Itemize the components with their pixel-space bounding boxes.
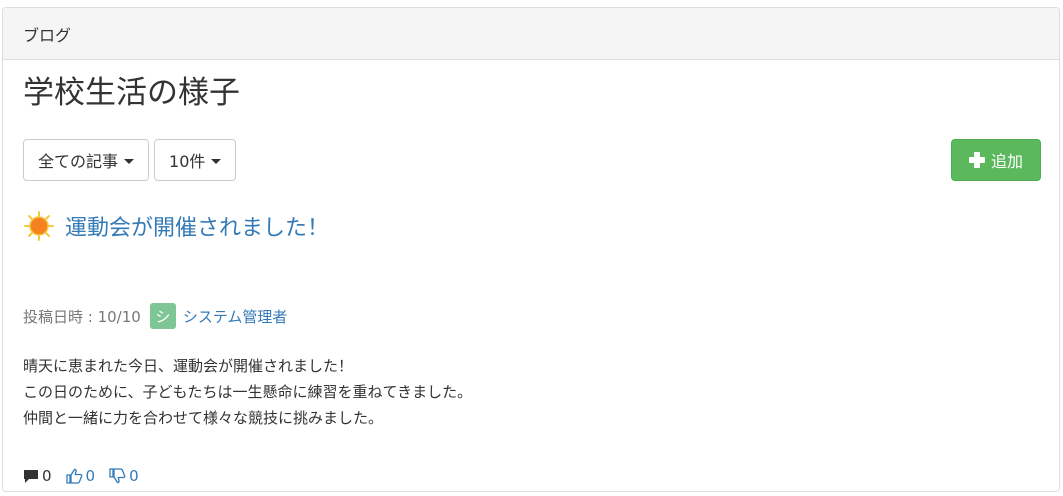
comment-icon	[23, 469, 39, 484]
post-date: 投稿日時 : 10/10	[23, 307, 141, 326]
comment-count[interactable]: 0	[23, 467, 52, 485]
dislike-button[interactable]: 0	[109, 467, 139, 485]
blog-panel: ブログ 学校生活の様子 全ての記事 10件 追加 運動会が開催されました！ 投稿…	[2, 7, 1060, 492]
panel-heading-label: ブログ	[23, 25, 72, 45]
post-body-line: この日のために、子どもたちは一生懸命に練習を重ねてきました。	[23, 383, 473, 401]
sun-icon	[23, 210, 55, 242]
author-link[interactable]: システム管理者	[183, 306, 288, 327]
filter-dropdown-label: 全ての記事	[38, 152, 119, 171]
panel-heading: ブログ	[3, 8, 1059, 60]
plus-icon	[968, 152, 985, 168]
post-reactions: 0 0 0	[23, 467, 153, 485]
like-count: 0	[85, 467, 96, 485]
post-meta: 投稿日時 : 10/10 シ システム管理者	[23, 303, 287, 329]
post-body: 晴天に恵まれた今日、運動会が開催されました！ この日のために、子どもたちは一生懸…	[23, 353, 472, 431]
like-button[interactable]: 0	[65, 467, 96, 485]
post-title-link[interactable]: 運動会が開催されました！	[65, 210, 329, 242]
avatar: シ	[149, 303, 176, 329]
page-title: 学校生活の様子	[23, 75, 240, 111]
post-body-line: 仲間と一緒に力を合わせて様々な競技に挑みました。	[23, 409, 384, 427]
add-post-button[interactable]: 追加	[951, 139, 1041, 181]
per-page-dropdown-label: 10件	[169, 152, 206, 171]
dislike-count: 0	[129, 467, 139, 485]
comment-count-value: 0	[42, 467, 52, 485]
post-body-line: 晴天に恵まれた今日、運動会が開催されました！	[23, 357, 354, 375]
post-title-row: 運動会が開催されました！	[23, 210, 329, 242]
add-post-label: 追加	[990, 152, 1023, 171]
caret-down-icon	[211, 158, 222, 164]
caret-down-icon	[124, 158, 135, 164]
filter-dropdown-button[interactable]: 全ての記事	[23, 139, 150, 181]
per-page-dropdown-button[interactable]: 10件	[154, 139, 237, 181]
toolbar: 全ての記事 10件	[23, 139, 237, 181]
thumbs-down-icon	[109, 468, 126, 484]
thumbs-up-icon	[65, 468, 83, 484]
